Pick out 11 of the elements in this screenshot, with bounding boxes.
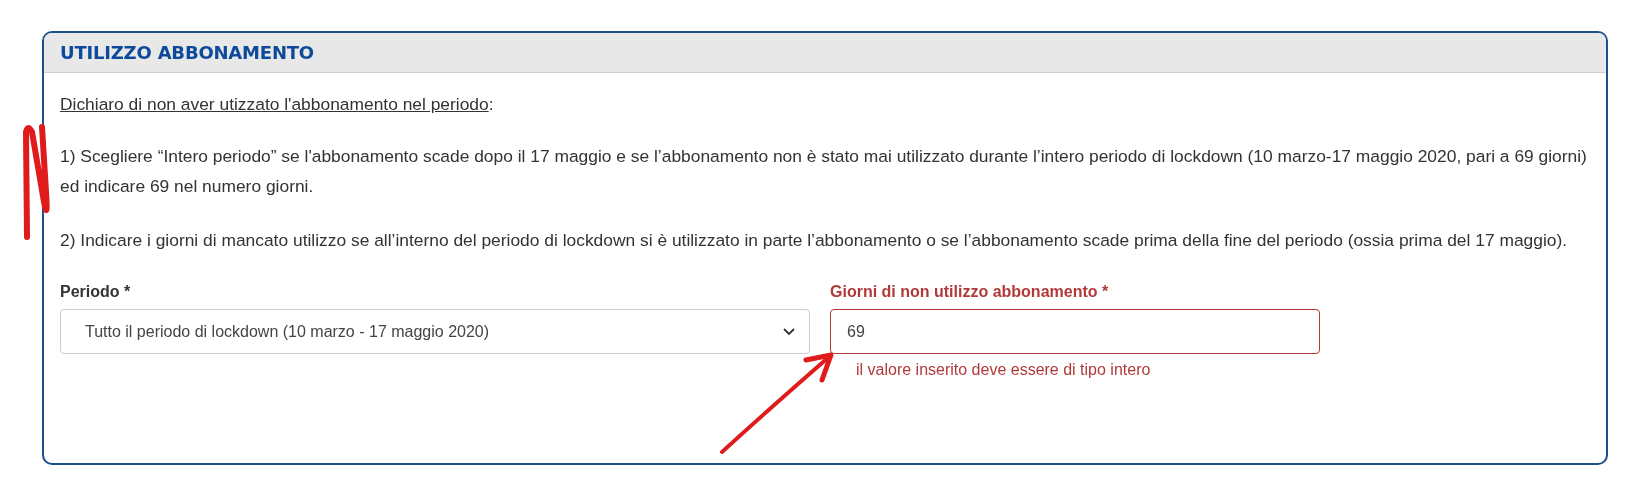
declaration-text: Dichiaro di non aver utizzato l'abbonamento nel periodo bbox=[60, 94, 489, 114]
panel-title: UTILIZZO ABBONAMENTO bbox=[60, 42, 314, 63]
period-dropdown[interactable]: Tutto il periodo di lockdown (10 marzo - 17 maggio 2020) bbox=[60, 309, 810, 354]
chevron-down-icon bbox=[783, 327, 795, 336]
instruction-text: 1) Scegliere “Intero periodo” se l'abbonamento scade dopo il 17 maggio e se l’abbonamento non è stato mai utilizzato durante l’intero periodo di lockdown (10 marzo-17 maggio 2020, pari a 69 giorni) ed indicare 69 nel numero giorni. bbox=[60, 145, 1588, 198]
field-label: Giorni di non utilizzo abbonamento * bbox=[830, 283, 1109, 301]
days-input-field[interactable]: 69 bbox=[830, 309, 1320, 354]
field-label: Periodo * bbox=[60, 283, 131, 301]
colon-text: : bbox=[488, 94, 494, 114]
instruction-text: 2) Indicare i giorni di mancato utilizzo se all’interno del periodo di lockdown si è utilizzato in parte l’abbonamento o se l’abbonamento scade prima della fine del periodo (ossia prima del 17 maggio). bbox=[60, 229, 1569, 252]
error-message: il valore inserito deve essere di tipo intero bbox=[856, 361, 1151, 379]
